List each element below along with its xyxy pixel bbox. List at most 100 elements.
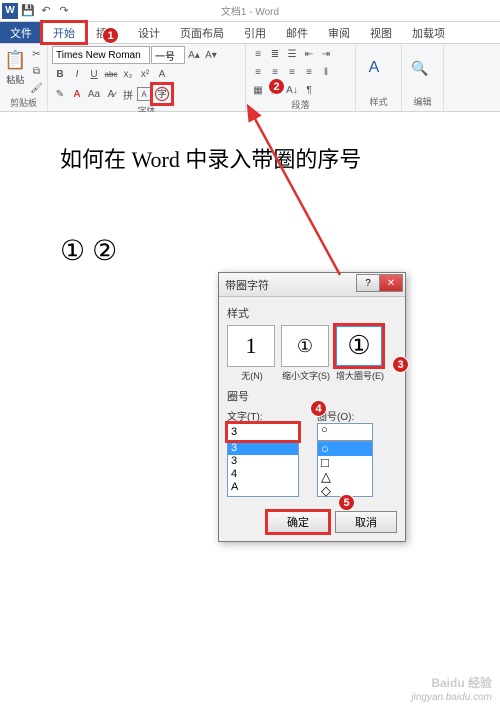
format-painter-icon[interactable]: 🖌	[28, 80, 44, 96]
tab-file[interactable]: 文件	[0, 22, 42, 43]
editing-button[interactable]: 🔍	[406, 46, 434, 90]
svg-text:字: 字	[157, 88, 166, 99]
char-border-icon[interactable]: A	[137, 87, 151, 101]
group-label-clipboard: 剪贴板	[4, 96, 43, 110]
copy-icon[interactable]: ⧉	[28, 63, 44, 79]
paste-button[interactable]: 📋 粘贴	[4, 46, 26, 90]
list-item[interactable]: 3	[228, 442, 298, 455]
list-item[interactable]: △	[318, 470, 372, 484]
bold-button[interactable]: B	[52, 66, 68, 82]
enclose-char-icon: 字	[154, 86, 170, 102]
styles-button[interactable]: A	[360, 46, 388, 90]
watermark-url: jingyan.baidu.com	[411, 692, 492, 703]
group-label-paragraph: 段落	[250, 98, 351, 112]
tab-home[interactable]: 开始	[42, 22, 86, 43]
tab-references[interactable]: 引用	[234, 22, 276, 43]
tab-layout[interactable]: 页面布局	[170, 22, 234, 43]
group-paragraph: ≡ ≣ ☰ ⇤ ⇥ ≡ ≡ ≡ ≡ ‖ ▦ ▢ A↓ ¶ 段落	[246, 44, 356, 111]
font-color-icon[interactable]: A	[69, 86, 85, 102]
align-right-icon[interactable]: ≡	[284, 64, 300, 80]
group-label-editing: 编辑	[406, 95, 439, 109]
annotation-badge-2: 2	[268, 78, 285, 95]
dialog-close-button[interactable]: ✕	[379, 274, 403, 292]
superscript-button[interactable]: x²	[137, 66, 153, 82]
title-bar: W 💾 ↶ ↷ 文档1 - Word	[0, 0, 500, 22]
align-left-icon[interactable]: ≡	[250, 64, 266, 80]
clipboard-icon: 📋	[4, 50, 26, 71]
cancel-button[interactable]: 取消	[335, 511, 397, 533]
text-listbox[interactable]: 3 3 4 A a	[227, 441, 299, 497]
undo-icon[interactable]: ↶	[38, 3, 54, 19]
bullets-icon[interactable]: ≡	[250, 46, 266, 62]
grow-font-icon[interactable]: A▴	[186, 47, 202, 63]
text-field-label: 文字(T):	[227, 408, 307, 423]
list-item[interactable]: 4	[228, 468, 298, 481]
find-icon: 🔍	[411, 60, 428, 77]
group-label-styles: 样式	[360, 95, 397, 109]
ring-listbox[interactable]: ○ □ △ ◇	[317, 441, 373, 497]
annotation-badge-5: 5	[338, 494, 355, 511]
group-editing: 🔍 编辑	[402, 44, 444, 111]
list-item[interactable]: a	[228, 494, 298, 497]
ring-input[interactable]: ○	[317, 423, 373, 441]
dialog-title: 带圈字符	[225, 277, 269, 293]
list-item[interactable]: 3	[228, 455, 298, 468]
group-font: Times New Roman 一号 A▴ A▾ B I U abc x₂ x²…	[48, 44, 246, 111]
justify-icon[interactable]: ≡	[301, 64, 317, 80]
style-enlarge-option[interactable]: ①	[335, 325, 383, 367]
watermark-brand: Baidu 经验	[431, 674, 492, 691]
redo-icon[interactable]: ↷	[56, 3, 72, 19]
style-section-label: 样式	[227, 305, 397, 321]
cut-icon[interactable]: ✂	[28, 46, 44, 62]
style-none-label: 无(N)	[227, 369, 277, 382]
font-size-combo[interactable]: 一号	[151, 46, 185, 64]
word-app-icon: W	[2, 3, 18, 19]
enclose-characters-button[interactable]: 字	[152, 84, 172, 104]
group-styles: A 样式	[356, 44, 402, 111]
multilevel-icon[interactable]: ☰	[284, 46, 300, 62]
numbering-icon[interactable]: ≣	[267, 46, 283, 62]
show-marks-icon[interactable]: ¶	[301, 82, 317, 98]
increase-indent-icon[interactable]: ⇥	[318, 46, 334, 62]
group-clipboard: 📋 粘贴 ✂ ⧉ 🖌 剪贴板	[0, 44, 48, 111]
tab-design[interactable]: 设计	[128, 22, 170, 43]
tab-view[interactable]: 视图	[360, 22, 402, 43]
tab-addins[interactable]: 加载项	[402, 22, 455, 43]
dialog-titlebar[interactable]: 带圈字符 ? ✕	[219, 273, 405, 297]
tab-review[interactable]: 审阅	[318, 22, 360, 43]
font-name-combo[interactable]: Times New Roman	[52, 46, 150, 64]
style-options: 1 无(N) ① 缩小文字(S) ① 增大圈号(E)	[227, 325, 397, 382]
highlight-icon[interactable]: ✎	[52, 86, 68, 102]
style-shrink-option[interactable]: ①	[281, 325, 329, 367]
text-effects-icon[interactable]: A	[154, 66, 170, 82]
text-input[interactable]	[227, 423, 299, 441]
change-case-icon[interactable]: Aa	[86, 86, 102, 102]
document-heading: 如何在 Word 中录入带圈的序号	[60, 142, 480, 174]
styles-icon: A	[369, 59, 380, 77]
phonetic-guide-icon[interactable]: 拼	[120, 86, 136, 102]
list-item[interactable]: □	[318, 456, 372, 470]
strike-button[interactable]: abc	[103, 66, 119, 82]
paste-label: 粘贴	[6, 73, 24, 86]
clear-format-icon[interactable]: A̷	[103, 86, 119, 102]
decrease-indent-icon[interactable]: ⇤	[301, 46, 317, 62]
sort-icon[interactable]: A↓	[284, 82, 300, 98]
ring-field-label: 圈号(O):	[317, 408, 397, 423]
line-spacing-icon[interactable]: ‖	[318, 64, 334, 80]
list-item[interactable]: A	[228, 481, 298, 494]
style-shrink-label: 缩小文字(S)	[281, 369, 331, 382]
ok-button[interactable]: 确定	[267, 511, 329, 533]
subscript-button[interactable]: x₂	[120, 66, 136, 82]
list-item[interactable]: ○	[318, 442, 372, 456]
italic-button[interactable]: I	[69, 66, 85, 82]
window-title: 文档1 - Word	[221, 3, 279, 18]
ribbon-tabs: 文件 开始 插入 设计 页面布局 引用 邮件 审阅 视图 加载项	[0, 22, 500, 44]
save-icon[interactable]: 💾	[20, 3, 36, 19]
shading-icon[interactable]: ▦	[250, 82, 266, 98]
style-none-option[interactable]: 1	[227, 325, 275, 367]
tab-mail[interactable]: 邮件	[276, 22, 318, 43]
dialog-help-button[interactable]: ?	[356, 274, 380, 292]
underline-button[interactable]: U	[86, 66, 102, 82]
shrink-font-icon[interactable]: A▾	[203, 47, 219, 63]
ribbon: 📋 粘贴 ✂ ⧉ 🖌 剪贴板 Times New Roman 一号 A▴ A▾ …	[0, 44, 500, 112]
